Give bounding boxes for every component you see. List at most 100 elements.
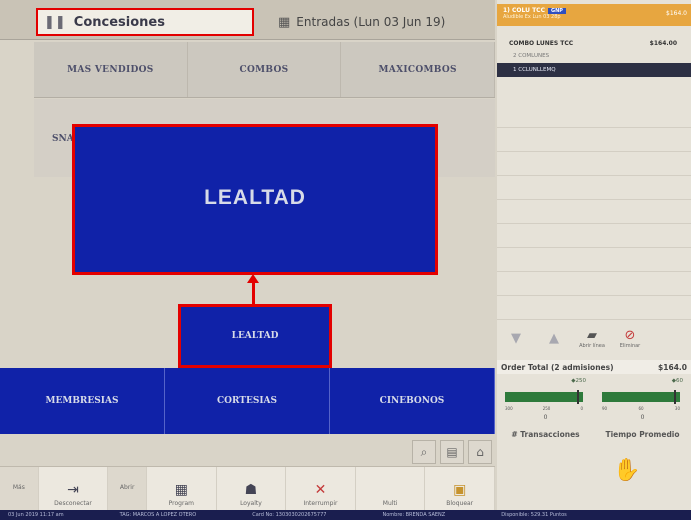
order-badge: GNP	[547, 7, 566, 14]
order-total: Order Total (2 admisiones) $164.0	[497, 360, 691, 374]
order-price: $164.0	[666, 10, 687, 17]
abrir-label: Abrir	[119, 483, 135, 491]
tab-concesiones[interactable]: ❚❚ Concesiones	[36, 8, 254, 36]
status-card: Card No: 1303030202675777	[252, 512, 327, 518]
interrumpir-label: Interrumpir	[303, 500, 338, 507]
lealtad-button[interactable]: LEALTAD	[178, 304, 332, 368]
tool-group: ⌕ ▤ ⌂	[412, 440, 492, 464]
order-item-list: COMBO LUNES TCC $164.00 2 COMLUNES 1 CCL…	[497, 34, 691, 77]
disconnect-label: Desconectar	[54, 500, 92, 507]
order-controls: ▼ ▲ ▰ Abrir línea ⊘ Eliminar	[497, 318, 691, 358]
order-item-price: $164.00	[649, 40, 677, 47]
category-snacks[interactable]: SNA	[52, 134, 74, 144]
tab-entradas-label: Entradas (Lun 03 Jun 19)	[296, 15, 446, 29]
membresias-button[interactable]: MEMBRESIAS	[0, 368, 165, 434]
open-line-icon: ▰	[587, 327, 597, 343]
tab-bar: ❚❚ Concesiones ▦ Entradas (Lun 03 Jun 19…	[0, 0, 495, 40]
search-icon[interactable]: ⌕	[412, 440, 436, 464]
gauge-tick: 30	[674, 406, 680, 411]
gauge-bar	[505, 390, 583, 404]
gauge-area: ◆250 300 250 0 0 ◆60 90 60 30 0	[497, 378, 691, 436]
lealtad-zoom-label: LEALTAD	[204, 185, 306, 209]
gauge-tick: 90	[602, 406, 608, 411]
transactions-gauge: ◆250 300 250 0 0	[497, 378, 594, 436]
delete-icon: ⊘	[624, 327, 636, 343]
status-nombre: Nombre: BRENDA SAENZ	[382, 512, 446, 518]
eliminar-button[interactable]: ⊘ Eliminar	[611, 321, 649, 355]
order-subtitle: Aludible Ex Lun 03 28p	[503, 14, 561, 20]
gauge-ticks: 90 60 30	[602, 406, 680, 411]
status-disponible: Disponible: 529.31 Puntos	[501, 512, 567, 518]
bottom-toolbar: Más ⇥ Desconectar Abrir ▦ Program ☗ Loya…	[0, 466, 495, 510]
blue-category-row: MEMBRESIAS CORTESIAS CINEBONOS	[0, 368, 495, 434]
list-item[interactable]: 2 COMLUNES	[497, 49, 691, 63]
list-item-selected[interactable]: 1 CCLUNLLEMQ	[497, 63, 691, 77]
time-label: Tiempo Promedio	[605, 430, 680, 439]
gauge-tick: 250	[542, 406, 551, 411]
lealtad-zoom-callout: LEALTAD	[72, 124, 438, 275]
status-tag: TAG: MARCOS A LOPEZ OTERO	[119, 512, 197, 518]
more-label: Más	[12, 483, 25, 491]
eliminar-label: Eliminar	[619, 342, 641, 349]
multi-label: Multi	[382, 500, 398, 507]
category-mas-vendidos[interactable]: MAS VENDIDOS	[34, 42, 188, 97]
arrow-line	[252, 282, 255, 306]
category-grid: MAS VENDIDOS COMBOS MAXICOMBOS	[34, 42, 495, 98]
category-maxicombos[interactable]: MAXICOMBOS	[341, 42, 495, 97]
order-header[interactable]: 1) COLU TCC GNP Aludible Ex Lun 03 28p $…	[497, 4, 691, 26]
loyalty-button[interactable]: ☗ Loyalty	[217, 467, 287, 510]
program-label: Program	[168, 500, 194, 507]
transactions-label: # Transacciones	[511, 430, 580, 439]
gauge-labels: # Transacciones Tiempo Promedio	[497, 430, 691, 439]
theater-icon: ▦	[278, 14, 291, 30]
order-panel: 1) COLU TCC GNP Aludible Ex Lun 03 28p $…	[497, 0, 691, 510]
tab-entradas[interactable]: ▦ Entradas (Lun 03 Jun 19)	[254, 8, 494, 36]
abrir-linea-label: Abrir línea	[579, 342, 605, 349]
users-icon: ☗	[244, 482, 258, 498]
order-title: 1) COLU TCC	[503, 7, 545, 14]
lock-icon: ▣	[453, 482, 467, 498]
status-bar: 03 Jun 2019 11:17 am TAG: MARCOS A LOPEZ…	[0, 510, 691, 520]
gauge-tick: 60	[638, 406, 644, 411]
order-total-value: $164.0	[658, 362, 687, 372]
multi-button[interactable]: Multi	[356, 467, 426, 510]
gauge-target: ◆250	[571, 378, 586, 384]
gauge-tick: 0	[580, 406, 583, 411]
calendar-icon: ▦	[174, 482, 188, 498]
move-down-button[interactable]: ▼	[497, 321, 535, 355]
gauge-tick: 300	[505, 406, 513, 411]
time-gauge: ◆60 90 60 30 0	[594, 378, 691, 436]
bloquear-label: Bloquear	[446, 500, 474, 507]
status-date: 03 Jun 2019 11:17 am	[8, 512, 64, 518]
order-item-header[interactable]: COMBO LUNES TCC $164.00	[497, 34, 691, 49]
hand-icon[interactable]: ✋	[613, 458, 640, 483]
chevron-down-icon: ▼	[511, 330, 521, 346]
gauge-ticks: 300 250 0	[505, 406, 583, 411]
abrir-linea-button[interactable]: ▰ Abrir línea	[573, 321, 611, 355]
gauge-bar	[602, 390, 680, 404]
close-icon: ✕	[314, 482, 327, 498]
gauge-value: 0	[640, 414, 645, 421]
gauge-value: 0	[543, 414, 548, 421]
order-item-title: COMBO LUNES TCC	[509, 40, 574, 47]
gauge-target: ◆60	[671, 378, 683, 384]
grid-icon[interactable]: ▤	[440, 440, 464, 464]
category-combos[interactable]: COMBOS	[188, 42, 342, 97]
home-icon[interactable]: ⌂	[468, 440, 492, 464]
bloquear-button[interactable]: ▣ Bloquear	[425, 467, 495, 510]
logout-icon: ⇥	[67, 482, 79, 498]
disconnect-button[interactable]: ⇥ Desconectar	[39, 467, 109, 510]
interrumpir-button[interactable]: ✕ Interrumpir	[286, 467, 356, 510]
cinebonos-button[interactable]: CINEBONOS	[330, 368, 495, 434]
loyalty-label: Loyalty	[240, 500, 262, 507]
chevron-up-icon: ▲	[549, 330, 559, 346]
cortesias-button[interactable]: CORTESIAS	[165, 368, 330, 434]
order-total-label: Order Total (2 admisiones)	[501, 362, 614, 372]
empty-order-lines	[497, 104, 691, 320]
tab-concesiones-label: Concesiones	[73, 14, 165, 30]
abrir-button[interactable]: Abrir	[108, 467, 148, 510]
move-up-button[interactable]: ▲	[535, 321, 573, 355]
more-button[interactable]: Más	[0, 467, 39, 510]
pause-icon: ❚❚	[44, 14, 66, 30]
program-button[interactable]: ▦ Program	[147, 467, 217, 510]
